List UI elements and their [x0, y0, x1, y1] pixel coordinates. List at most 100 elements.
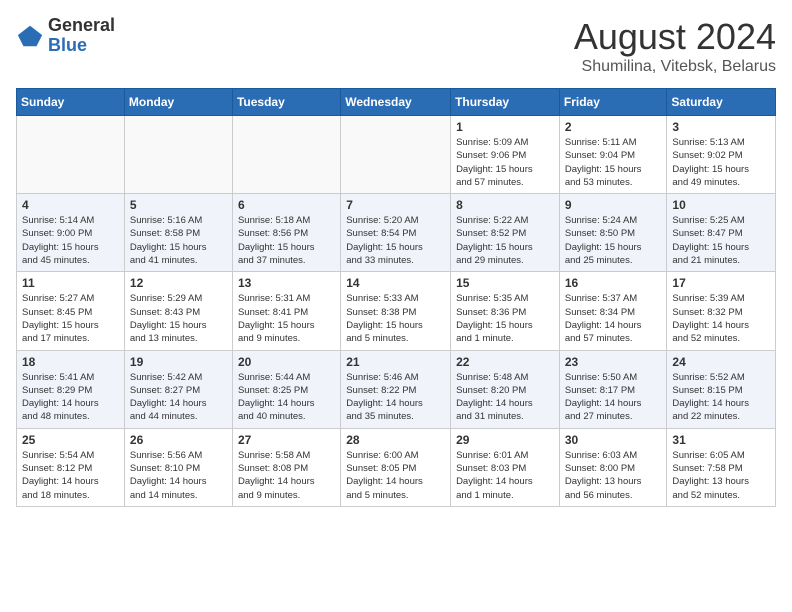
week-row-2: 4 Sunrise: 5:14 AM Sunset: 9:00 PM Daylig…: [17, 194, 776, 272]
day-cell: 26 Sunrise: 5:56 AM Sunset: 8:10 PM Dayli…: [124, 428, 232, 506]
day-info: Sunrise: 5:29 AM Sunset: 8:43 PM Dayligh…: [130, 292, 227, 345]
day-number: 4: [22, 198, 119, 212]
day-number: 14: [346, 276, 445, 290]
day-info: Sunrise: 5:58 AM Sunset: 8:08 PM Dayligh…: [238, 449, 335, 502]
day-cell: 24 Sunrise: 5:52 AM Sunset: 8:15 PM Dayli…: [667, 350, 776, 428]
day-cell: 18 Sunrise: 5:41 AM Sunset: 8:29 PM Dayli…: [17, 350, 125, 428]
header-cell-thursday: Thursday: [451, 89, 560, 116]
logo: General Blue: [16, 16, 115, 56]
day-info: Sunrise: 5:13 AM Sunset: 9:02 PM Dayligh…: [672, 136, 770, 189]
day-number: 5: [130, 198, 227, 212]
day-info: Sunrise: 6:03 AM Sunset: 8:00 PM Dayligh…: [565, 449, 662, 502]
day-cell: [124, 116, 232, 194]
header-cell-tuesday: Tuesday: [232, 89, 340, 116]
day-cell: 27 Sunrise: 5:58 AM Sunset: 8:08 PM Dayli…: [232, 428, 340, 506]
day-number: 3: [672, 120, 770, 134]
day-number: 20: [238, 355, 335, 369]
day-number: 9: [565, 198, 662, 212]
logo-text: General Blue: [48, 16, 115, 56]
day-info: Sunrise: 5:50 AM Sunset: 8:17 PM Dayligh…: [565, 371, 662, 424]
page-header: General Blue August 2024 Shumilina, Vite…: [16, 16, 776, 76]
day-info: Sunrise: 5:18 AM Sunset: 8:56 PM Dayligh…: [238, 214, 335, 267]
day-info: Sunrise: 5:41 AM Sunset: 8:29 PM Dayligh…: [22, 371, 119, 424]
day-number: 27: [238, 433, 335, 447]
day-info: Sunrise: 5:39 AM Sunset: 8:32 PM Dayligh…: [672, 292, 770, 345]
day-number: 13: [238, 276, 335, 290]
day-info: Sunrise: 6:01 AM Sunset: 8:03 PM Dayligh…: [456, 449, 554, 502]
day-info: Sunrise: 5:24 AM Sunset: 8:50 PM Dayligh…: [565, 214, 662, 267]
day-cell: 16Sunrise: 5:37 AM Sunset: 8:34 PM Dayli…: [559, 272, 667, 350]
day-cell: 19Sunrise: 5:42 AM Sunset: 8:27 PM Dayli…: [124, 350, 232, 428]
day-number: 31: [672, 433, 770, 447]
day-number: 6: [238, 198, 335, 212]
day-cell: 21Sunrise: 5:46 AM Sunset: 8:22 PM Dayli…: [341, 350, 451, 428]
day-info: Sunrise: 5:46 AM Sunset: 8:22 PM Dayligh…: [346, 371, 445, 424]
calendar-header: SundayMondayTuesdayWednesdayThursdayFrid…: [17, 89, 776, 116]
day-info: Sunrise: 5:14 AM Sunset: 9:00 PM Dayligh…: [22, 214, 119, 267]
week-row-1: 1Sunrise: 5:09 AM Sunset: 9:06 PM Daylig…: [17, 116, 776, 194]
week-row-3: 11Sunrise: 5:27 AM Sunset: 8:45 PM Dayli…: [17, 272, 776, 350]
day-info: Sunrise: 5:22 AM Sunset: 8:52 PM Dayligh…: [456, 214, 554, 267]
day-info: Sunrise: 5:52 AM Sunset: 8:15 PM Dayligh…: [672, 371, 770, 424]
day-cell: 30 Sunrise: 6:03 AM Sunset: 8:00 PM Dayli…: [559, 428, 667, 506]
header-cell-saturday: Saturday: [667, 89, 776, 116]
day-info: Sunrise: 5:31 AM Sunset: 8:41 PM Dayligh…: [238, 292, 335, 345]
day-info: Sunrise: 6:05 AM Sunset: 7:58 PM Dayligh…: [672, 449, 770, 502]
day-info: Sunrise: 5:25 AM Sunset: 8:47 PM Dayligh…: [672, 214, 770, 267]
day-cell: 11Sunrise: 5:27 AM Sunset: 8:45 PM Dayli…: [17, 272, 125, 350]
day-info: Sunrise: 5:35 AM Sunset: 8:36 PM Dayligh…: [456, 292, 554, 345]
calendar-body: 1Sunrise: 5:09 AM Sunset: 9:06 PM Daylig…: [17, 116, 776, 507]
day-cell: 20 Sunrise: 5:44 AM Sunset: 8:25 PM Dayli…: [232, 350, 340, 428]
day-info: Sunrise: 5:11 AM Sunset: 9:04 PM Dayligh…: [565, 136, 662, 189]
day-number: 28: [346, 433, 445, 447]
day-info: Sunrise: 6:00 AM Sunset: 8:05 PM Dayligh…: [346, 449, 445, 502]
header-cell-sunday: Sunday: [17, 89, 125, 116]
day-info: Sunrise: 5:48 AM Sunset: 8:20 PM Dayligh…: [456, 371, 554, 424]
day-cell: 5 Sunrise: 5:16 AM Sunset: 8:58 PM Daylig…: [124, 194, 232, 272]
day-cell: 4 Sunrise: 5:14 AM Sunset: 9:00 PM Daylig…: [17, 194, 125, 272]
day-info: Sunrise: 5:54 AM Sunset: 8:12 PM Dayligh…: [22, 449, 119, 502]
calendar-table: SundayMondayTuesdayWednesdayThursdayFrid…: [16, 88, 776, 507]
day-cell: 9 Sunrise: 5:24 AM Sunset: 8:50 PM Daylig…: [559, 194, 667, 272]
day-number: 11: [22, 276, 119, 290]
logo-blue: Blue: [48, 36, 115, 56]
day-cell: 1Sunrise: 5:09 AM Sunset: 9:06 PM Daylig…: [451, 116, 560, 194]
day-number: 23: [565, 355, 662, 369]
day-number: 16: [565, 276, 662, 290]
day-cell: 8Sunrise: 5:22 AM Sunset: 8:52 PM Daylig…: [451, 194, 560, 272]
day-cell: [17, 116, 125, 194]
day-cell: 31 Sunrise: 6:05 AM Sunset: 7:58 PM Dayli…: [667, 428, 776, 506]
day-number: 22: [456, 355, 554, 369]
header-row: SundayMondayTuesdayWednesdayThursdayFrid…: [17, 89, 776, 116]
day-cell: 7Sunrise: 5:20 AM Sunset: 8:54 PM Daylig…: [341, 194, 451, 272]
day-cell: 29 Sunrise: 6:01 AM Sunset: 8:03 PM Dayli…: [451, 428, 560, 506]
day-cell: 15 Sunrise: 5:35 AM Sunset: 8:36 PM Dayli…: [451, 272, 560, 350]
day-number: 25: [22, 433, 119, 447]
day-number: 15: [456, 276, 554, 290]
day-number: 18: [22, 355, 119, 369]
day-number: 24: [672, 355, 770, 369]
month-year-title: August 2024: [574, 16, 776, 58]
header-cell-friday: Friday: [559, 89, 667, 116]
day-cell: 3 Sunrise: 5:13 AM Sunset: 9:02 PM Daylig…: [667, 116, 776, 194]
day-info: Sunrise: 5:16 AM Sunset: 8:58 PM Dayligh…: [130, 214, 227, 267]
day-info: Sunrise: 5:44 AM Sunset: 8:25 PM Dayligh…: [238, 371, 335, 424]
day-cell: 2 Sunrise: 5:11 AM Sunset: 9:04 PM Daylig…: [559, 116, 667, 194]
day-number: 2: [565, 120, 662, 134]
day-cell: 12 Sunrise: 5:29 AM Sunset: 8:43 PM Dayli…: [124, 272, 232, 350]
day-cell: [341, 116, 451, 194]
title-block: August 2024 Shumilina, Vitebsk, Belarus: [574, 16, 776, 76]
day-info: Sunrise: 5:56 AM Sunset: 8:10 PM Dayligh…: [130, 449, 227, 502]
day-number: 12: [130, 276, 227, 290]
day-info: Sunrise: 5:09 AM Sunset: 9:06 PM Dayligh…: [456, 136, 554, 189]
day-cell: 13 Sunrise: 5:31 AM Sunset: 8:41 PM Dayli…: [232, 272, 340, 350]
day-number: 26: [130, 433, 227, 447]
day-number: 29: [456, 433, 554, 447]
day-number: 17: [672, 276, 770, 290]
day-cell: 14Sunrise: 5:33 AM Sunset: 8:38 PM Dayli…: [341, 272, 451, 350]
header-cell-wednesday: Wednesday: [341, 89, 451, 116]
location-subtitle: Shumilina, Vitebsk, Belarus: [574, 58, 776, 76]
day-cell: 17 Sunrise: 5:39 AM Sunset: 8:32 PM Dayli…: [667, 272, 776, 350]
day-number: 30: [565, 433, 662, 447]
header-cell-monday: Monday: [124, 89, 232, 116]
